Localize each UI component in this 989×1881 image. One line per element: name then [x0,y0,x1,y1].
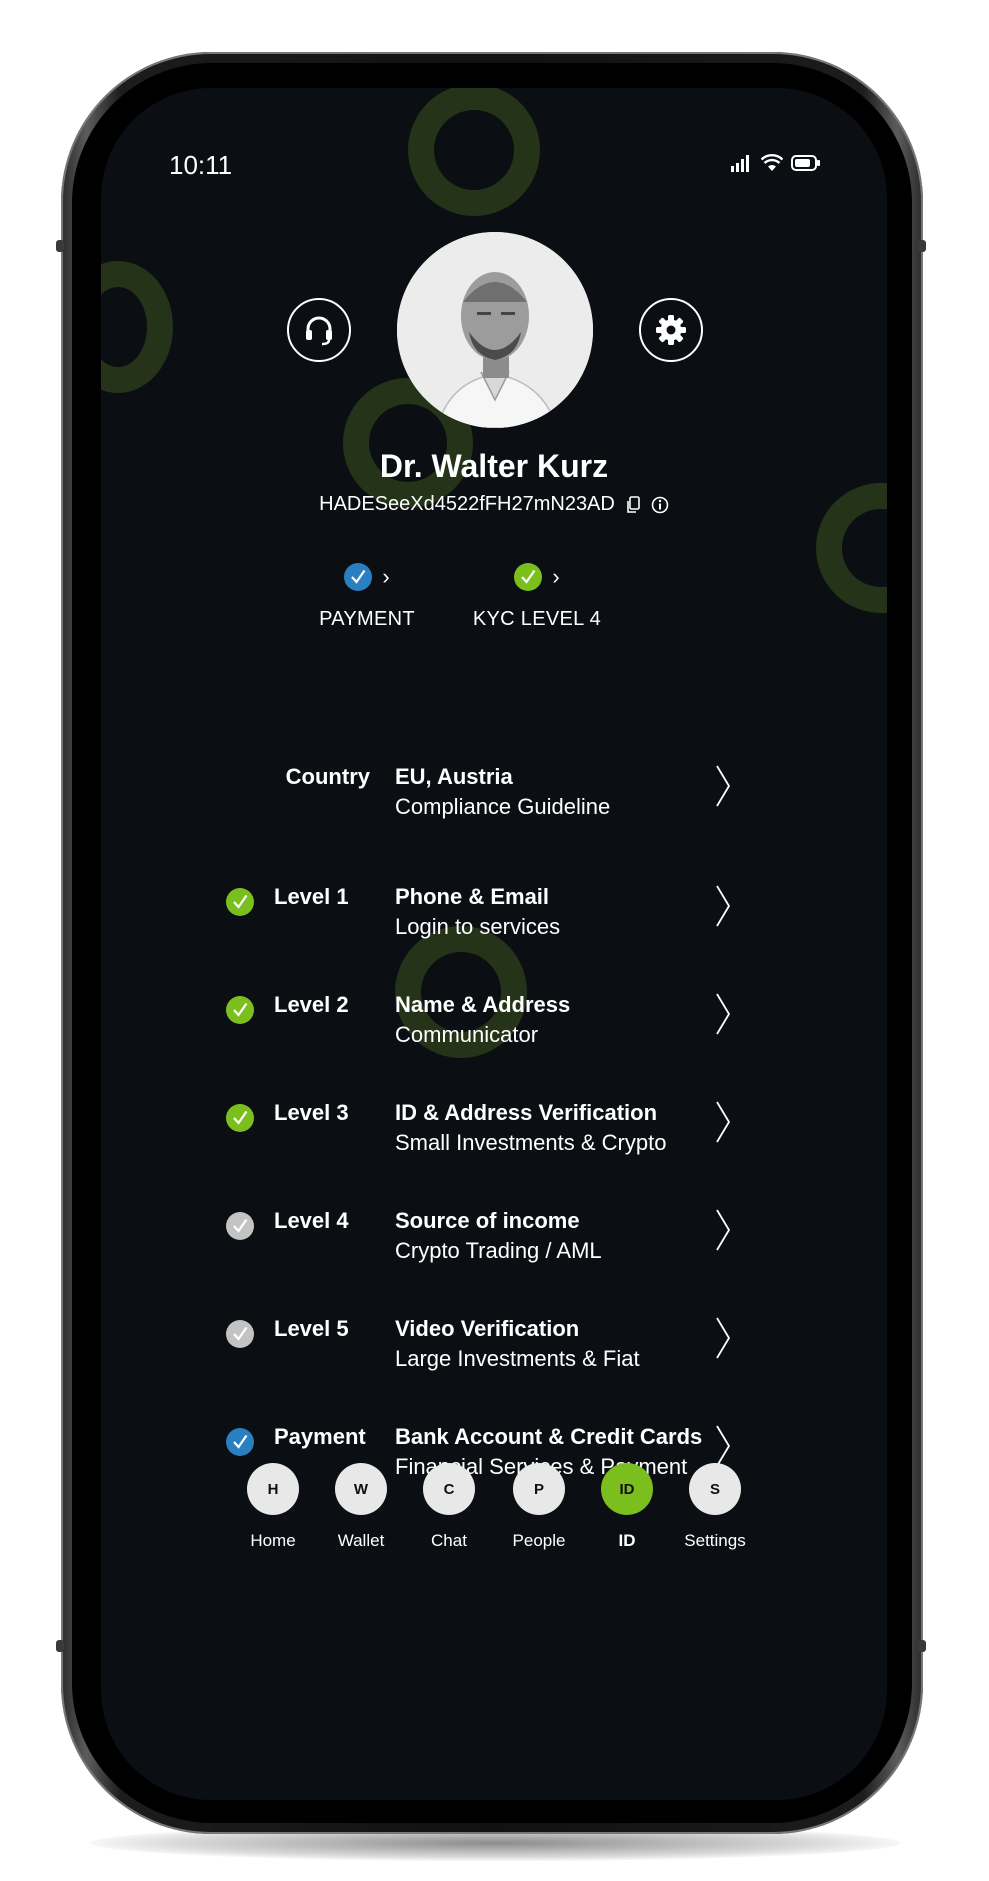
nav-label: Home [250,1531,296,1550]
user-id: HADESeeXd4522fFH27mN23AD [319,493,615,515]
row-title: EU, Austria [395,764,513,789]
nav-label: People [512,1531,566,1550]
side-button [918,240,926,252]
chevron-right-icon [716,885,731,927]
nav-wallet-icon: W [335,1463,387,1515]
check-icon [514,563,543,591]
status-icons [731,154,821,172]
row-title: Name & Address [395,992,571,1017]
check-icon [226,1104,254,1132]
status-time: 10:11 [169,150,233,180]
chevron-right-icon [716,765,731,807]
row-title: Bank Account & Credit Cards [395,1424,703,1449]
check-icon [226,996,254,1024]
signal-icon [731,155,749,172]
kyc-badge-status: › [467,560,607,594]
row-title: Phone & Email [395,884,550,909]
nav-label: Settings [684,1531,746,1550]
list-row-level-3[interactable]: Level 3 ID & Address Verification Small … [101,1098,887,1178]
kyc-badge[interactable]: › KYC LEVEL 4 [467,560,607,631]
chevron-right-icon [716,1209,731,1251]
chevron-right-icon [716,1425,731,1467]
row-subtitle: Large Investments & Fiat [395,1346,640,1371]
avatar[interactable] [397,232,593,428]
decor-ring [408,88,540,216]
row-title: Video Verification [395,1316,580,1341]
row-title: ID & Address Verification [395,1100,658,1125]
payment-badge-status: › [297,560,437,594]
chevron-right-icon: › [552,564,560,589]
chevron-right-icon [716,1101,731,1143]
row-subtitle: Communicator [395,1022,539,1047]
nav-label: ID [618,1531,636,1550]
nav-people-icon: P [513,1463,565,1515]
profile-photo [397,232,593,428]
list-row-level-5[interactable]: Level 5 Video Verification Large Investm… [101,1314,887,1394]
side-button [56,1640,64,1652]
nav-label: Wallet [337,1531,385,1550]
chevron-right-icon [716,993,731,1035]
nav-chat-icon: C [423,1463,475,1515]
nav-id-icon: ID [601,1463,653,1515]
settings-button[interactable] [639,298,703,362]
nav-home[interactable]: H Home [223,1463,323,1551]
nav-wallet[interactable]: W Wallet [311,1463,411,1551]
support-button[interactable] [287,298,351,362]
user-name: Dr. Walter Kurz [379,448,609,484]
info-icon[interactable] [651,496,669,514]
kyc-badge-label: KYC LEVEL 4 [472,608,602,630]
row-title: Source of income [395,1208,580,1233]
check-icon [226,1428,254,1456]
nav-home-icon: H [247,1463,299,1515]
chevron-right-icon [716,1317,731,1359]
chevron-right-icon: › [382,564,390,589]
gear-icon [656,315,686,345]
copy-icon[interactable] [625,495,641,514]
phone-screen: 10:11 Dr. Walter Kurz HADESeeXd4522fFH27… [101,88,887,1800]
row-subtitle: Small Investments & Crypto [395,1130,667,1155]
check-icon [226,888,254,916]
headset-icon [306,316,332,346]
check-icon [226,1212,254,1240]
nav-settings-icon: S [689,1463,741,1515]
payment-badge-label: PAYMENT [319,608,415,630]
nav-settings[interactable]: S Settings [665,1463,765,1551]
list-row-level-1[interactable]: Level 1 Phone & Email Login to services [101,882,887,962]
list-row-country[interactable]: Country EU, Austria Compliance Guideline [101,762,887,842]
nav-people[interactable]: P People [489,1463,589,1551]
nav-label: Chat [431,1531,467,1550]
row-subtitle: Crypto Trading / AML [395,1238,602,1263]
side-button [56,240,64,252]
row-subtitle: Compliance Guideline [395,794,611,819]
decor-ring [101,261,173,393]
list-row-level-2[interactable]: Level 2 Name & Address Communicator [101,990,887,1070]
row-label: Country [285,764,370,789]
battery-icon [791,155,820,171]
list-row-level-4[interactable]: Level 4 Source of income Crypto Trading … [101,1206,887,1286]
wifi-icon [761,154,783,171]
nav-chat[interactable]: C Chat [399,1463,499,1551]
user-id-row: HADESeeXd4522fFH27mN23AD [101,493,887,516]
nav-id[interactable]: ID ID [577,1463,677,1551]
check-icon [344,563,373,591]
side-button [918,1640,926,1652]
row-subtitle: Login to services [395,914,561,939]
payment-badge[interactable]: › PAYMENT [297,560,437,631]
check-icon [226,1320,254,1348]
